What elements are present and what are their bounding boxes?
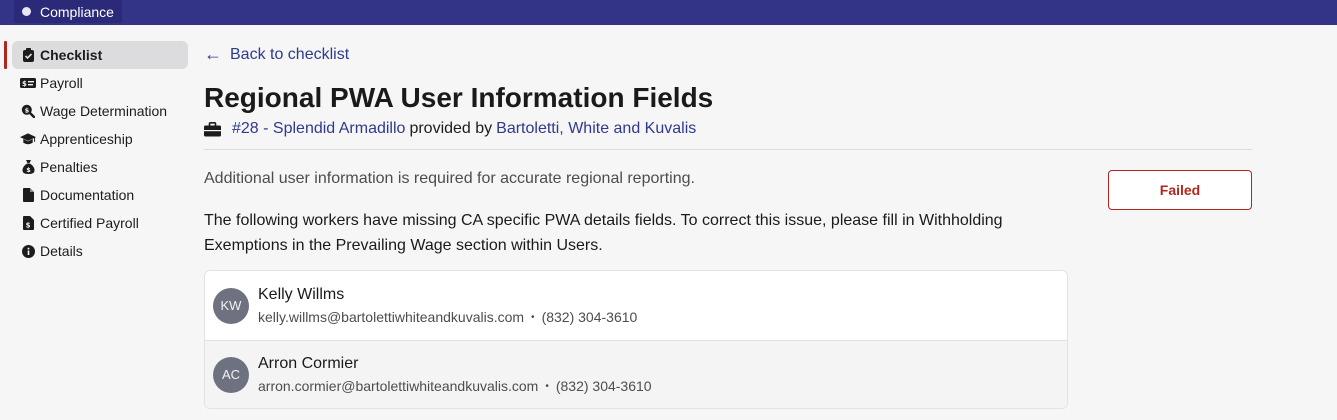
worker-phone: (832) 304-3610 [541,309,638,325]
app-name: Compliance [40,3,114,20]
app-tab[interactable]: Compliance [14,0,122,23]
worker-email: arron.cormier@bartolettiwhiteandkuvalis.… [258,378,539,394]
app-dot-icon [22,7,31,16]
clipboard-check-icon [20,47,36,63]
status-badge: Failed [1108,170,1252,210]
briefcase-icon [204,120,222,138]
money-bag-icon: $ [20,159,36,175]
avatar: KW [213,287,249,324]
sidebar-item-documentation[interactable]: Documentation [0,181,190,209]
project-subtitle: #28 - Splendid Armadillo provided by Bar… [204,120,696,138]
sidebar-item-apprenticeship[interactable]: Apprenticeship [0,125,190,153]
worker-phone: (832) 304-3610 [555,378,652,394]
graduation-cap-icon [20,131,36,147]
back-to-checklist-link[interactable]: ← Back to checklist [204,44,349,65]
sidebar-item-certified-payroll[interactable]: $ Certified Payroll [0,209,190,237]
svg-text:$: $ [25,106,30,114]
sidebar-item-label: Checklist [40,47,103,63]
sidebar: Checklist $ Payroll $ Wage Determination… [0,41,190,265]
top-bar: Compliance [0,0,1337,25]
file-certificate-icon: $ [20,215,36,231]
company-link[interactable]: Bartoletti, White and Kuvalis [496,120,696,138]
separator-dot: • [545,380,549,392]
worker-info: Arron Cormier arron.cormier@bartolettiwh… [258,355,652,394]
svg-text:$: $ [26,166,31,174]
search-dollar-icon: $ [20,103,36,119]
sidebar-item-label: Payroll [40,75,83,91]
separator-dot: • [531,311,535,323]
sidebar-item-label: Wage Determination [40,103,168,119]
sidebar-item-label: Documentation [40,187,135,203]
divider [204,149,1252,150]
sidebar-item-payroll[interactable]: $ Payroll [0,69,190,97]
sidebar-item-label: Certified Payroll [40,215,139,231]
check-message: The following workers have missing CA sp… [204,212,1003,254]
worker-contact: kelly.willms@bartolettiwhiteandkuvalis.c… [258,309,637,325]
page-title: Regional PWA User Information Fields [204,82,714,113]
worker-email: kelly.willms@bartolettiwhiteandkuvalis.c… [258,309,525,325]
worker-name: Kelly Willms [258,286,345,303]
arrow-left-icon: ← [204,44,222,64]
document-icon [20,187,36,203]
project-link[interactable]: #28 - Splendid Armadillo [232,120,405,138]
sidebar-item-checklist[interactable]: Checklist [4,41,188,69]
info-circle-icon [20,243,36,259]
list-item[interactable]: AC Arron Cormier arron.cormier@bartolett… [205,340,1067,408]
sidebar-item-label: Apprenticeship [40,131,133,147]
sidebar-item-wage-determination[interactable]: $ Wage Determination [0,97,190,125]
svg-text:$: $ [22,80,27,88]
sidebar-item-label: Details [40,243,83,259]
sidebar-item-details[interactable]: Details [0,237,190,265]
worker-name: Arron Cormier [258,355,359,372]
provided-by-text: provided by [409,120,493,137]
money-check-icon: $ [20,75,36,91]
workers-list: KW Kelly Willms kelly.willms@bartolettiw… [204,270,1068,409]
sidebar-item-label: Penalties [40,159,98,175]
list-item[interactable]: KW Kelly Willms kelly.willms@bartolettiw… [205,271,1067,340]
check-description: Additional user information is required … [204,170,695,187]
worker-contact: arron.cormier@bartolettiwhiteandkuvalis.… [258,378,652,394]
avatar: AC [213,356,249,393]
svg-text:$: $ [25,222,30,230]
sidebar-item-penalties[interactable]: $ Penalties [0,153,190,181]
worker-info: Kelly Willms kelly.willms@bartolettiwhit… [258,286,637,325]
back-link-label: Back to checklist [230,45,350,63]
